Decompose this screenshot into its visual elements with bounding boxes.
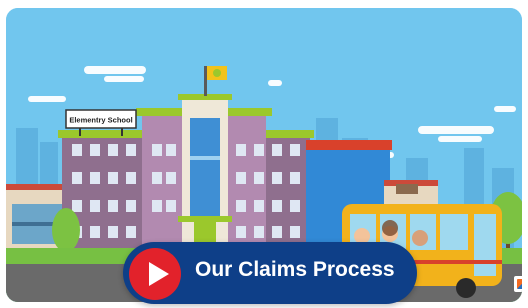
play-video-button[interactable]: Our Claims Process (123, 242, 417, 304)
play-icon (129, 248, 181, 300)
play-button-label: Our Claims Process (195, 258, 395, 281)
brand-logo-icon (514, 276, 522, 292)
play-triangle (149, 262, 169, 286)
school-sign-text: Elementry School (69, 116, 132, 125)
